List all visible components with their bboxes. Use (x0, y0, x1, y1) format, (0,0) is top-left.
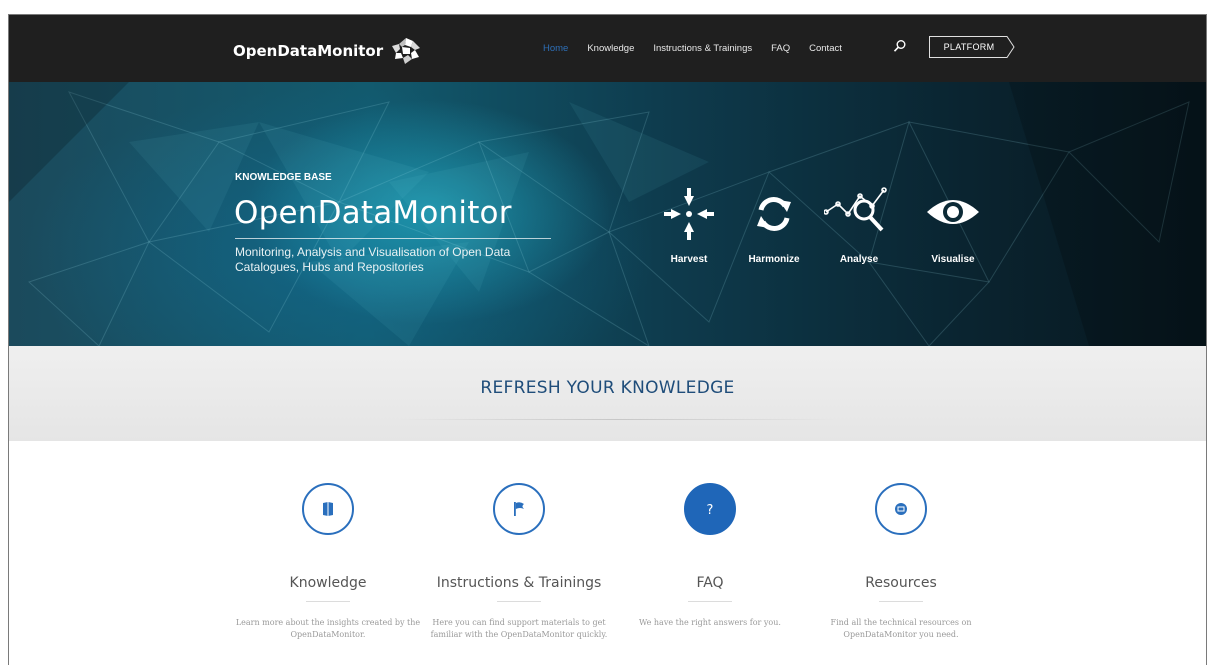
card-resources-button[interactable] (875, 483, 927, 535)
top-navbar: OpenDataMonitor Home Knowledge Instructi… (9, 15, 1206, 82)
feature-harvest-label: Harvest (670, 254, 708, 265)
feature-harmonize: Harmonize (729, 186, 819, 265)
logo-text: OpenDataMonitor (233, 42, 384, 60)
card-faq-description: We have the right answers for you. (639, 618, 781, 627)
card-instructions-title[interactable]: Instructions & Trainings (424, 575, 614, 591)
card-resources-description: Find all the technical resources on Open… (830, 618, 972, 639)
hero-title: OpenDataMonitor (234, 195, 512, 231)
nav-contact[interactable]: Contact (809, 43, 842, 54)
feature-analyse-label: Analyse (839, 254, 879, 265)
platform-button-label: PLATFORM (943, 42, 995, 52)
hero-banner: KNOWLEDGE BASE OpenDataMonitor Monitorin… (9, 82, 1206, 346)
browser-page: OpenDataMonitor Home Knowledge Instructi… (8, 14, 1207, 665)
resources-icon (895, 503, 907, 515)
nav-home[interactable]: Home (543, 43, 568, 54)
search-icon[interactable] (893, 39, 907, 53)
svg-text:?: ? (707, 503, 714, 517)
card-knowledge-divider (306, 601, 350, 602)
card-instructions-button[interactable] (493, 483, 545, 535)
feature-harmonize-label: Harmonize (748, 254, 800, 265)
nav-knowledge[interactable]: Knowledge (587, 43, 634, 54)
feature-analyse: Analyse (814, 186, 904, 265)
feature-harvest: Harvest (644, 186, 734, 265)
feature-visualise-label: Visualise (931, 254, 975, 265)
card-faq-button[interactable]: ? (684, 483, 736, 535)
card-resources-divider (879, 601, 923, 602)
harvest-icon (664, 188, 714, 240)
hero-divider (235, 238, 551, 239)
card-knowledge-title[interactable]: Knowledge (233, 575, 423, 591)
card-instructions-divider (497, 601, 541, 602)
logo-mark-icon (392, 38, 421, 64)
flag-icon (514, 502, 524, 516)
hero-kicker: KNOWLEDGE BASE (235, 172, 332, 183)
hero-background-pattern (9, 82, 1206, 346)
card-resources-title[interactable]: Resources (806, 575, 996, 591)
book-icon (323, 502, 333, 516)
visualise-icon (927, 200, 979, 224)
card-instructions-description: Here you can find support materials to g… (430, 618, 608, 639)
card-knowledge-description: Learn more about the insights created by… (235, 618, 421, 639)
question-icon: ? (707, 503, 714, 517)
analyse-icon (824, 187, 887, 232)
nav-instructions-trainings[interactable]: Instructions & Trainings (653, 43, 752, 54)
feature-visualise: Visualise (908, 186, 998, 265)
platform-button[interactable]: PLATFORM (929, 36, 1015, 58)
card-faq-divider (688, 601, 732, 602)
hero-subtitle: Monitoring, Analysis and Visualisation o… (235, 245, 511, 274)
site-logo[interactable]: OpenDataMonitor (233, 37, 421, 65)
section-header-band: REFRESH YOUR KNOWLEDGE (9, 346, 1206, 441)
nav-faq[interactable]: FAQ (771, 43, 790, 54)
nav-menu: Home Knowledge Instructions & Trainings … (543, 38, 861, 58)
section-divider (397, 419, 837, 420)
card-knowledge-button[interactable] (302, 483, 354, 535)
card-faq-title[interactable]: FAQ (615, 575, 805, 591)
section-title: REFRESH YOUR KNOWLEDGE (480, 378, 735, 398)
harmonize-icon (757, 197, 791, 231)
